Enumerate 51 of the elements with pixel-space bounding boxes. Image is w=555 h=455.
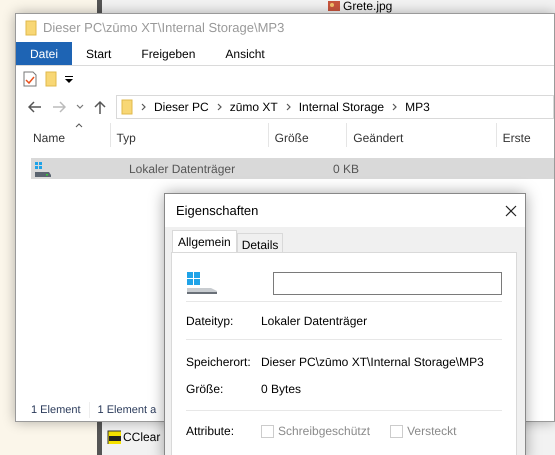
field-label: Attribute: — [186, 423, 236, 440]
chevron-icon — [392, 103, 398, 111]
field-value: 0 Bytes — [261, 380, 302, 398]
pdf-file-icon[interactable] — [107, 430, 121, 444]
type-cell-text: Lokaler Datenträger — [129, 160, 236, 178]
chevron-icon — [141, 103, 146, 111]
field-value: Lokaler Datenträger — [261, 312, 368, 330]
chevron-icon — [286, 103, 291, 111]
dialog-tab[interactable]: Allgemein — [172, 230, 237, 252]
dialog-title: Eigenschaften — [176, 202, 258, 220]
ribbon-tab[interactable]: Freigeben — [127, 42, 212, 65]
field-label: Speicherort: — [186, 354, 252, 370]
column-header[interactable]: Name — [16, 123, 110, 147]
ribbon-tab[interactable]: Ansicht — [211, 42, 281, 65]
ribbon-tab[interactable]: Datei — [16, 42, 72, 65]
dialog-tab[interactable]: Details — [236, 233, 284, 252]
folder-icon — [25, 20, 37, 36]
size-cell-text: 0 KB — [332, 160, 359, 178]
checkbox-label: Schreibgeschützt — [278, 423, 370, 440]
name-field[interactable] — [273, 272, 502, 294]
file-name[interactable]: CClear — [123, 431, 160, 443]
file-name[interactable]: Grete.jpg — [343, 0, 392, 12]
column-header[interactable]: Typ — [110, 123, 268, 147]
folder-icon — [121, 99, 133, 115]
status-text: 1 Element — [31, 402, 90, 418]
window-title: Dieser PC\zūmo XT\Internal Storage\MP3 — [43, 19, 284, 38]
back-arrow-icon[interactable] — [28, 101, 42, 113]
breadcrumb[interactable]: MP3 — [405, 98, 430, 116]
drive-icon — [186, 271, 218, 295]
chevron-icon — [216, 103, 222, 111]
up-arrow-icon[interactable] — [94, 100, 106, 114]
field-value: Dieser PC\zūmo XT\Internal Storage\MP3 — [261, 354, 484, 370]
recent-dropdown-icon[interactable] — [76, 104, 84, 110]
drive-icon — [34, 160, 52, 176]
address-bar[interactable]: Dieser PC zūmo XT Internal Storage MP3 — [116, 95, 554, 119]
breadcrumb[interactable]: Internal Storage — [298, 98, 384, 116]
checkbox-label: Versteckt — [407, 423, 456, 440]
close-icon[interactable] — [505, 204, 517, 216]
properties-icon[interactable] — [23, 71, 37, 87]
image-file-icon[interactable] — [327, 0, 341, 12]
field-label: Dateityp: — [186, 312, 234, 330]
file-row[interactable]: Lokaler Datenträger 0 KB — [31, 158, 554, 179]
column-header[interactable]: Erste — [496, 123, 554, 147]
customize-dropdown-icon[interactable] — [65, 75, 73, 83]
field-label: Größe: — [186, 380, 224, 398]
status-text: 1 Element a — [98, 402, 156, 418]
ribbon-tab[interactable]: Start — [72, 42, 128, 65]
breadcrumb[interactable]: Dieser PC — [154, 98, 209, 116]
column-header[interactable]: Geändert — [346, 123, 496, 147]
column-header[interactable]: Größe — [268, 123, 346, 147]
breadcrumb[interactable]: zūmo XT — [230, 98, 278, 116]
